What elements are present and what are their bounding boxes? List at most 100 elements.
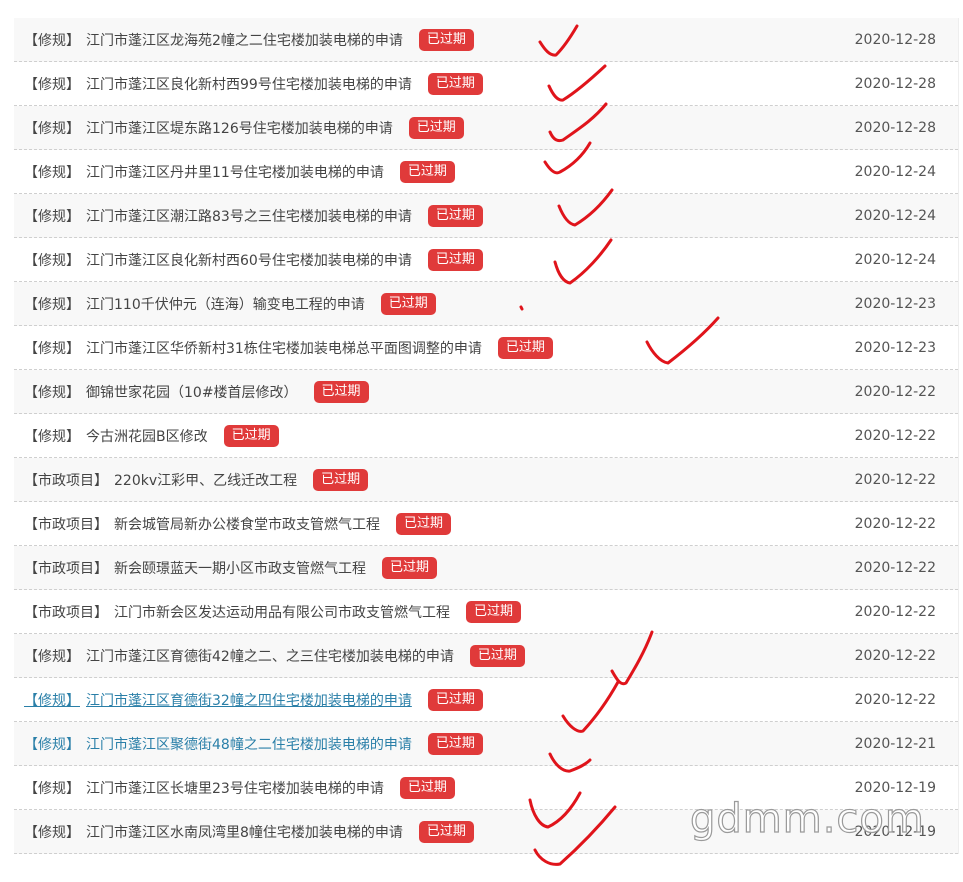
list-item[interactable]: 【修规】 江门市蓬江区龙海苑2幢之二住宅楼加装电梯的申请 已过期 2020-12-28 bbox=[14, 18, 958, 62]
item-title-link[interactable]: 【修规】 御锦世家花园（10#楼首层修改） bbox=[24, 382, 298, 402]
expired-badge: 已过期 bbox=[427, 248, 483, 271]
item-title-link[interactable]: 【市政项目】 220kv江彩甲、乙线迁改工程 bbox=[24, 470, 297, 490]
item-category-tag: 【修规】 bbox=[24, 736, 80, 753]
item-title-link[interactable]: 【修规】 江门市蓬江区良化新村西60号住宅楼加装电梯的申请 bbox=[24, 250, 412, 270]
item-title-text: 江门市蓬江区良化新村西60号住宅楼加装电梯的申请 bbox=[86, 252, 412, 269]
item-title-link[interactable]: 【修规】 江门市蓬江区龙海苑2幢之二住宅楼加装电梯的申请 bbox=[24, 30, 403, 50]
item-date: 2020-12-28 bbox=[854, 120, 936, 136]
list-item[interactable]: 【修规】 江门市蓬江区育德街42幢之二、之三住宅楼加装电梯的申请 已过期 2020-1… bbox=[14, 634, 958, 678]
item-title-text: 江门市蓬江区育德街42幢之二、之三住宅楼加装电梯的申请 bbox=[86, 648, 454, 665]
notice-list: 【修规】 江门市蓬江区龙海苑2幢之二住宅楼加装电梯的申请 已过期 2020-12-28… bbox=[14, 18, 959, 854]
item-category-tag: 【修规】 bbox=[24, 780, 80, 797]
item-title-link[interactable]: 【修规】 今古洲花园B区修改 bbox=[24, 426, 208, 446]
item-title-link[interactable]: 【修规】 江门市蓬江区长塘里23号住宅楼加装电梯的申请 bbox=[24, 778, 384, 798]
expired-badge: 已过期 bbox=[469, 644, 525, 667]
item-category-tag: 【修规】 bbox=[24, 824, 80, 841]
item-title-link[interactable]: 【修规】 江门市蓬江区水南凤湾里8幢住宅楼加装电梯的申请 bbox=[24, 822, 403, 842]
item-category-tag: 【市政项目】 bbox=[24, 560, 108, 577]
item-date: 2020-12-24 bbox=[854, 208, 936, 224]
list-item[interactable]: 【修规】 江门市蓬江区良化新村西99号住宅楼加装电梯的申请 已过期 2020-12-2… bbox=[14, 62, 958, 106]
item-title-link[interactable]: 【修规】 江门市蓬江区育德街42幢之二、之三住宅楼加装电梯的申请 bbox=[24, 646, 454, 666]
item-category-tag: 【修规】 bbox=[24, 340, 80, 357]
list-item[interactable]: 【修规】 江门市蓬江区华侨新村31栋住宅楼加装电梯总平面图调整的申请 已过期 2020… bbox=[14, 326, 958, 370]
item-title-text: 江门市蓬江区长塘里23号住宅楼加装电梯的申请 bbox=[86, 780, 384, 797]
item-category-tag: 【修规】 bbox=[24, 692, 80, 709]
item-date: 2020-12-28 bbox=[854, 76, 936, 92]
item-date: 2020-12-22 bbox=[854, 692, 936, 708]
expired-badge: 已过期 bbox=[313, 380, 369, 403]
item-title-text: 新会颐璟蓝天一期小区市政支管燃气工程 bbox=[114, 560, 366, 577]
item-title-text: 江门市蓬江区丹井里11号住宅楼加装电梯的申请 bbox=[86, 164, 384, 181]
list-item[interactable]: 【修规】 江门市蓬江区潮江路83号之三住宅楼加装电梯的申请 已过期 2020-12-2… bbox=[14, 194, 958, 238]
item-title-text: 御锦世家花园（10#楼首层修改） bbox=[86, 384, 298, 401]
item-title-text: 江门市蓬江区龙海苑2幢之二住宅楼加装电梯的申请 bbox=[86, 32, 403, 49]
item-title-text: 220kv江彩甲、乙线迁改工程 bbox=[114, 472, 298, 489]
watermark: gdmm.com bbox=[689, 795, 925, 842]
item-category-tag: 【修规】 bbox=[24, 428, 80, 445]
item-category-tag: 【修规】 bbox=[24, 164, 80, 181]
item-title-text: 江门市蓬江区良化新村西99号住宅楼加装电梯的申请 bbox=[86, 76, 412, 93]
expired-badge: 已过期 bbox=[418, 28, 474, 51]
item-date: 2020-12-22 bbox=[854, 428, 936, 444]
item-date: 2020-12-22 bbox=[854, 516, 936, 532]
list-item[interactable]: 【修规】 御锦世家花园（10#楼首层修改） 已过期 2020-12-22 bbox=[14, 370, 958, 414]
list-item[interactable]: 【市政项目】 江门市新会区发达运动用品有限公司市政支管燃气工程 已过期 2020-12… bbox=[14, 590, 958, 634]
list-item[interactable]: 【修规】 江门市蓬江区聚德街48幢之二住宅楼加装电梯的申请 已过期 2020-12-2… bbox=[14, 722, 958, 766]
item-date: 2020-12-24 bbox=[854, 252, 936, 268]
list-item[interactable]: 【修规】 江门市蓬江区良化新村西60号住宅楼加装电梯的申请 已过期 2020-12-2… bbox=[14, 238, 958, 282]
item-title-link[interactable]: 【修规】 江门110千伏仲元（连海）输变电工程的申请 bbox=[24, 294, 365, 314]
expired-badge: 已过期 bbox=[408, 116, 464, 139]
expired-badge: 已过期 bbox=[380, 292, 436, 315]
expired-badge: 已过期 bbox=[427, 688, 483, 711]
item-title-link[interactable]: 【修规】 江门市蓬江区华侨新村31栋住宅楼加装电梯总平面图调整的申请 bbox=[24, 338, 482, 358]
list-item[interactable]: 【修规】 江门市蓬江区丹井里11号住宅楼加装电梯的申请 已过期 2020-12-24 bbox=[14, 150, 958, 194]
item-title-text: 新会城管局新办公楼食堂市政支管燃气工程 bbox=[114, 516, 380, 533]
item-category-tag: 【市政项目】 bbox=[24, 516, 108, 533]
item-title-text: 今古洲花园B区修改 bbox=[86, 428, 208, 445]
item-category-tag: 【修规】 bbox=[24, 208, 80, 225]
item-category-tag: 【修规】 bbox=[24, 296, 80, 313]
expired-badge: 已过期 bbox=[396, 512, 452, 535]
item-date: 2020-12-22 bbox=[854, 560, 936, 576]
expired-badge: 已过期 bbox=[427, 732, 483, 755]
item-title-text: 江门市蓬江区聚德街48幢之二住宅楼加装电梯的申请 bbox=[86, 736, 412, 753]
list-item[interactable]: 【修规】 江门市蓬江区育德街32幢之四住宅楼加装电梯的申请 已过期 2020-12-2… bbox=[14, 678, 958, 722]
item-title-link[interactable]: 【修规】 江门市蓬江区良化新村西99号住宅楼加装电梯的申请 bbox=[24, 74, 412, 94]
item-category-tag: 【市政项目】 bbox=[24, 604, 108, 621]
expired-badge: 已过期 bbox=[382, 556, 438, 579]
item-date: 2020-12-22 bbox=[854, 472, 936, 488]
item-title-text: 江门市蓬江区育德街32幢之四住宅楼加装电梯的申请 bbox=[86, 692, 412, 709]
item-title-text: 江门市蓬江区堤东路126号住宅楼加装电梯的申请 bbox=[86, 120, 393, 137]
item-title-text: 江门110千伏仲元（连海）输变电工程的申请 bbox=[86, 296, 365, 313]
expired-badge: 已过期 bbox=[418, 820, 474, 843]
item-category-tag: 【修规】 bbox=[24, 252, 80, 269]
item-title-link[interactable]: 【修规】 江门市蓬江区聚德街48幢之二住宅楼加装电梯的申请 bbox=[24, 734, 412, 754]
list-item[interactable]: 【修规】 今古洲花园B区修改 已过期 2020-12-22 bbox=[14, 414, 958, 458]
item-title-text: 江门市新会区发达运动用品有限公司市政支管燃气工程 bbox=[114, 604, 450, 621]
expired-badge: 已过期 bbox=[399, 776, 455, 799]
list-item[interactable]: 【修规】 江门市蓬江区堤东路126号住宅楼加装电梯的申请 已过期 2020-12-28 bbox=[14, 106, 958, 150]
item-title-link[interactable]: 【市政项目】 江门市新会区发达运动用品有限公司市政支管燃气工程 bbox=[24, 602, 450, 622]
item-date: 2020-12-21 bbox=[854, 736, 936, 752]
list-item[interactable]: 【修规】 江门110千伏仲元（连海）输变电工程的申请 已过期 2020-12-23 bbox=[14, 282, 958, 326]
expired-badge: 已过期 bbox=[466, 600, 522, 623]
list-item[interactable]: 【市政项目】 新会颐璟蓝天一期小区市政支管燃气工程 已过期 2020-12-22 bbox=[14, 546, 958, 590]
item-category-tag: 【修规】 bbox=[24, 648, 80, 665]
item-title-link[interactable]: 【修规】 江门市蓬江区育德街32幢之四住宅楼加装电梯的申请 bbox=[24, 690, 412, 710]
item-date: 2020-12-22 bbox=[854, 648, 936, 664]
item-title-link[interactable]: 【修规】 江门市蓬江区潮江路83号之三住宅楼加装电梯的申请 bbox=[24, 206, 412, 226]
item-title-text: 江门市蓬江区潮江路83号之三住宅楼加装电梯的申请 bbox=[86, 208, 412, 225]
item-category-tag: 【修规】 bbox=[24, 76, 80, 93]
list-item[interactable]: 【市政项目】 220kv江彩甲、乙线迁改工程 已过期 2020-12-22 bbox=[14, 458, 958, 502]
list-item[interactable]: 【市政项目】 新会城管局新办公楼食堂市政支管燃气工程 已过期 2020-12-22 bbox=[14, 502, 958, 546]
item-title-link[interactable]: 【修规】 江门市蓬江区堤东路126号住宅楼加装电梯的申请 bbox=[24, 118, 393, 138]
item-title-link[interactable]: 【修规】 江门市蓬江区丹井里11号住宅楼加装电梯的申请 bbox=[24, 162, 384, 182]
item-date: 2020-12-23 bbox=[854, 296, 936, 312]
item-title-link[interactable]: 【市政项目】 新会城管局新办公楼食堂市政支管燃气工程 bbox=[24, 514, 380, 534]
item-category-tag: 【修规】 bbox=[24, 32, 80, 49]
expired-badge: 已过期 bbox=[399, 160, 455, 183]
item-date: 2020-12-23 bbox=[854, 340, 936, 356]
expired-badge: 已过期 bbox=[313, 468, 369, 491]
item-title-link[interactable]: 【市政项目】 新会颐璟蓝天一期小区市政支管燃气工程 bbox=[24, 558, 366, 578]
item-date: 2020-12-22 bbox=[854, 384, 936, 400]
